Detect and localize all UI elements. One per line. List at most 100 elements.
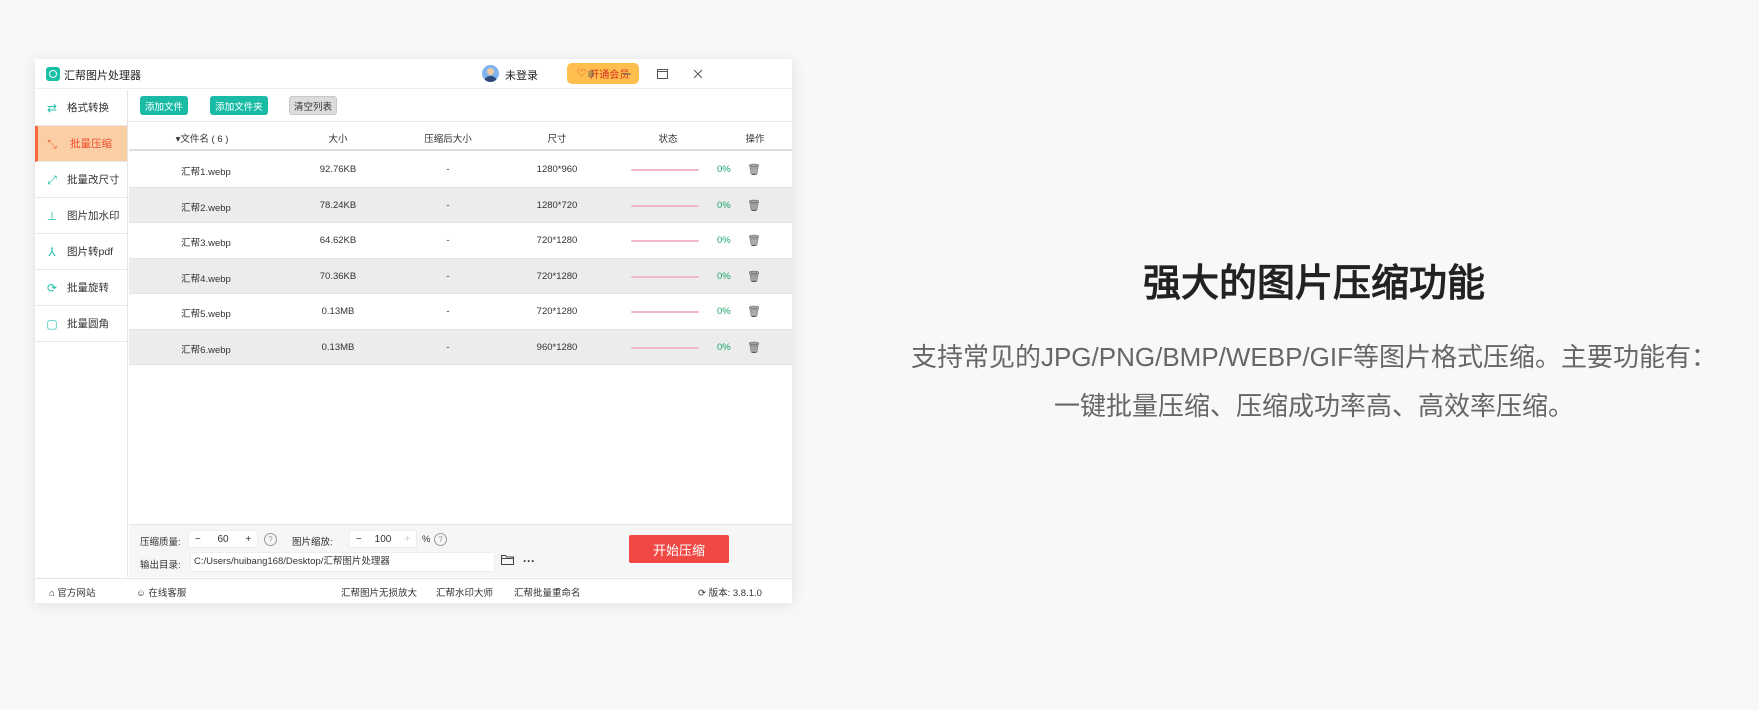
official-website-link[interactable]: ⌂ 官方网站 — [49, 585, 95, 599]
sidebar-item-to-pdf[interactable]: ⅄ 图片转pdf — [35, 234, 127, 270]
cell-compressed-size: - — [446, 199, 450, 211]
promo-description: 支持常见的JPG/PNG/BMP/WEBP/GIF等图片格式压缩。主要功能有：一… — [910, 342, 1718, 421]
add-file-button[interactable]: 添加文件 — [140, 96, 188, 115]
sidebar-item-label: 批量圆角 — [67, 318, 109, 330]
sidebar-item-rotate[interactable]: ⟳ 批量旋转 — [35, 270, 127, 306]
hamburger-icon[interactable]: ≡ — [581, 64, 601, 84]
sidebar-item-round-corner[interactable]: ▢ 批量圆角 — [35, 306, 127, 342]
round-corner-icon: ▢ — [46, 317, 58, 331]
file-list: 汇帮1.webp 92.76KB - 1280*960 0% 🗑 汇帮2.web… — [129, 152, 792, 365]
pdf-icon: ⅄ — [48, 245, 56, 259]
scale-label: 图片缩放: — [292, 537, 333, 548]
table-row[interactable]: 汇帮5.webp 0.13MB - 720*1280 0% 🗑 — [129, 294, 792, 330]
home-icon: ⌂ — [49, 588, 55, 599]
cell-progress: 0% — [717, 341, 731, 353]
start-compress-button[interactable]: 开始压缩 — [629, 535, 729, 563]
scale-minus-button[interactable]: − — [350, 534, 367, 545]
column-header-dimensions: 尺寸 — [547, 134, 567, 145]
app-logo-icon — [46, 67, 60, 81]
link-lossless-upscale[interactable]: 汇帮图片无损放大 — [341, 585, 417, 599]
cell-progress: 0% — [717, 235, 731, 246]
cell-file-name: 汇帮6.webp — [181, 344, 231, 356]
help-icon[interactable]: ? — [434, 533, 447, 546]
cell-size: 70.36KB — [319, 270, 357, 282]
sidebar-item-format-convert[interactable]: ⇄ 格式转换 — [35, 90, 127, 126]
online-support-link[interactable]: ☺ 在线客服 — [136, 585, 186, 599]
sidebar-item-label: 格式转换 — [67, 102, 109, 114]
quality-value[interactable]: 60 — [206, 534, 239, 545]
table-row[interactable]: 汇帮4.webp 70.36KB - 720*1280 0% 🗑 — [129, 258, 792, 294]
support-icon: ☺ — [136, 588, 146, 599]
scale-value[interactable]: 100 — [367, 534, 398, 545]
cell-compressed-size: - — [446, 306, 450, 317]
folder-icon[interactable] — [501, 554, 514, 568]
quality-minus-button[interactable]: − — [189, 534, 206, 545]
login-status[interactable]: 未登录 — [505, 67, 538, 83]
cell-size: 0.13MB — [321, 306, 355, 317]
sidebar-item-watermark[interactable]: ⊥ 图片加水印 — [35, 198, 127, 234]
column-header-compressed-size: 压缩后大小 — [424, 134, 472, 145]
cell-file-name: 汇帮2.webp — [181, 202, 231, 214]
table-row[interactable]: 汇帮6.webp 0.13MB - 960*1280 0% 🗑 — [129, 329, 792, 365]
user-avatar-icon[interactable] — [482, 65, 499, 82]
quality-label: 压缩质量: — [140, 537, 181, 548]
trash-icon[interactable]: 🗑 — [747, 234, 761, 247]
progress-bar — [631, 346, 699, 349]
cell-compressed-size: - — [446, 270, 450, 282]
progress-bar — [631, 311, 699, 313]
scale-stepper: − 100 + — [349, 530, 417, 548]
cell-progress: 0% — [717, 306, 731, 317]
trash-icon[interactable]: 🗑 — [747, 163, 761, 176]
cell-progress: 0% — [717, 199, 731, 211]
table-row[interactable]: 汇帮3.webp 64.62KB - 720*1280 0% 🗑 — [129, 223, 792, 259]
toolbar: 添加文件 添加文件夹 清空列表 — [129, 90, 792, 122]
cell-compressed-size: - — [446, 235, 450, 246]
close-icon[interactable] — [688, 64, 708, 84]
scale-plus-button[interactable]: + — [399, 534, 416, 545]
cell-file-name: 汇帮4.webp — [181, 273, 231, 285]
trash-icon[interactable]: 🗑 — [747, 270, 761, 283]
trash-icon[interactable]: 🗑 — [747, 199, 761, 212]
sidebar-item-label: 批量改尺寸 — [67, 174, 120, 186]
add-folder-button[interactable]: 添加文件夹 — [210, 96, 268, 115]
output-dir-label: 输出目录: — [140, 560, 181, 571]
format-convert-icon: ⇄ — [46, 101, 58, 115]
maximize-icon[interactable] — [652, 64, 672, 84]
trash-icon[interactable]: 🗑 — [747, 305, 761, 318]
quality-plus-button[interactable]: + — [240, 534, 257, 545]
more-options-icon[interactable]: ··· — [523, 554, 535, 568]
table-row[interactable]: 汇帮2.webp 78.24KB - 1280*720 0% 🗑 — [129, 187, 792, 223]
column-header-size: 大小 — [328, 134, 348, 145]
cell-size: 92.76KB — [319, 164, 357, 175]
cell-dimensions: 1280*960 — [536, 164, 578, 175]
title-bar: 汇帮图片处理器 未登录 ♡ 开通会员 ≡ — [35, 59, 792, 89]
help-icon[interactable]: ? — [264, 533, 277, 546]
table-row[interactable]: 汇帮1.webp 92.76KB - 1280*960 0% 🗑 — [129, 152, 792, 188]
column-header-name[interactable]: ▾文件名 ( 6 ) — [176, 131, 229, 145]
minimize-icon[interactable] — [617, 64, 637, 84]
cell-compressed-size: - — [446, 341, 450, 353]
sidebar-item-batch-compress[interactable]: ⤡ 批量压缩 — [35, 126, 127, 162]
quality-stepper: − 60 + — [188, 530, 258, 548]
resize-icon: ⤢ — [47, 173, 57, 187]
cell-progress: 0% — [717, 270, 731, 282]
trash-icon[interactable]: 🗑 — [747, 341, 761, 354]
column-header-action: 操作 — [745, 134, 765, 145]
compress-icon: ⤡ — [47, 137, 57, 151]
progress-bar — [631, 204, 699, 207]
app-title: 汇帮图片处理器 — [64, 70, 141, 82]
version-info[interactable]: ⟳ 版本: 3.8.1.0 — [698, 585, 762, 599]
cell-dimensions: 960*1280 — [536, 341, 578, 353]
status-bar: ⌂ 官方网站 ☺ 在线客服 汇帮图片无损放大 汇帮水印大师 汇帮批量重命名 ⟳ … — [35, 578, 792, 603]
sidebar-item-label: 批量压缩 — [70, 138, 112, 150]
clear-list-button[interactable]: 清空列表 — [289, 96, 337, 115]
sidebar-item-resize[interactable]: ⤢ 批量改尺寸 — [35, 162, 127, 198]
cell-dimensions: 720*1280 — [536, 270, 578, 282]
cell-size: 78.24KB — [319, 199, 357, 211]
link-watermark-master[interactable]: 汇帮水印大师 — [436, 585, 493, 599]
sidebar-item-label: 批量旋转 — [67, 282, 109, 294]
progress-bar — [631, 240, 699, 242]
output-dir-input[interactable]: C:/Users/huibang168/Desktop/汇帮图片处理器 — [190, 552, 495, 572]
cell-size: 64.62KB — [319, 235, 357, 246]
link-batch-rename[interactable]: 汇帮批量重命名 — [514, 585, 581, 599]
